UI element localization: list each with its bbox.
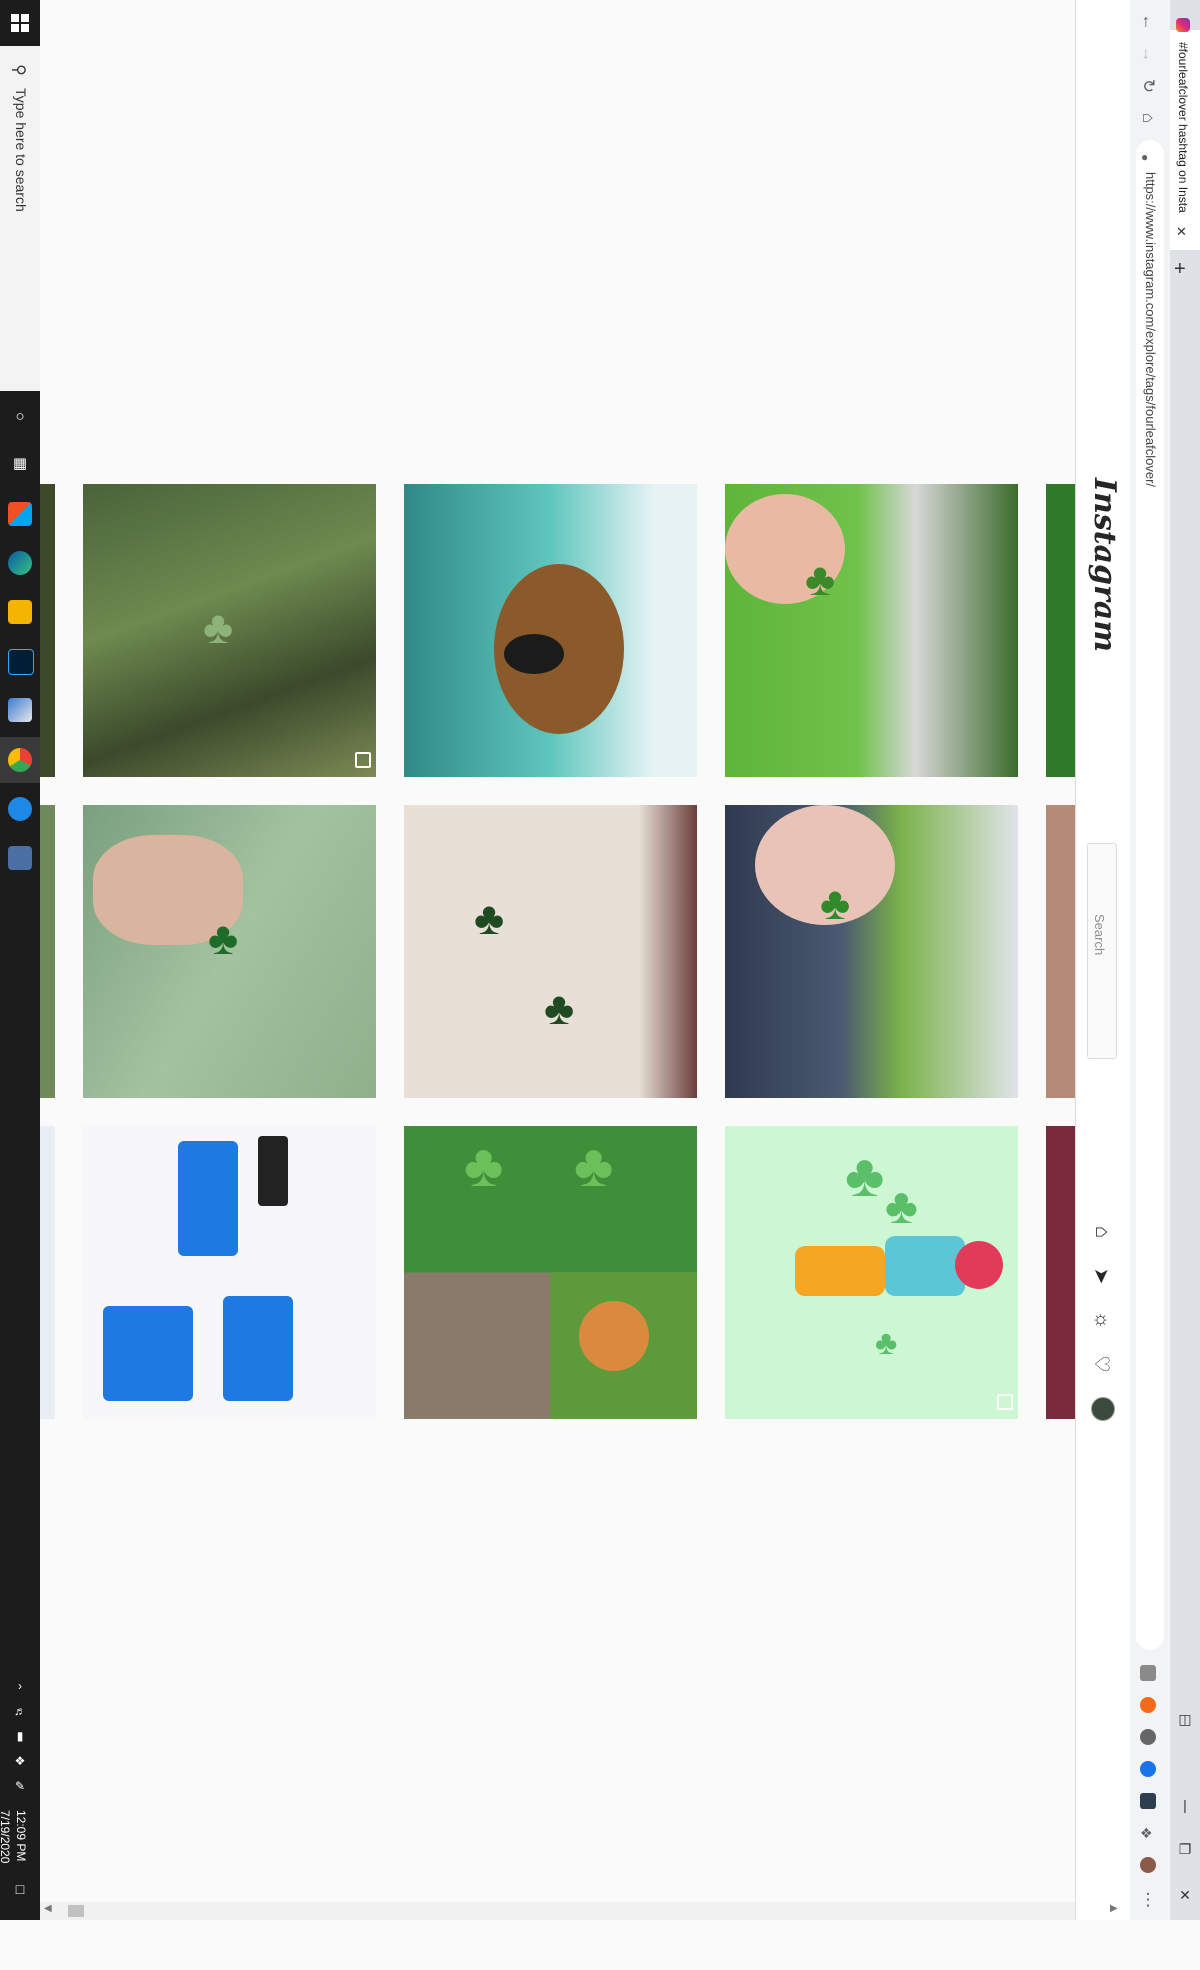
home-icon[interactable]: ⌂ xyxy=(1090,1220,1114,1244)
direct-icon[interactable]: ➤ xyxy=(1090,1264,1114,1288)
photoshop-icon[interactable] xyxy=(8,649,34,675)
explore-icon[interactable]: ☼ xyxy=(1090,1308,1114,1332)
post-thumbnail-two-clovers-on-table[interactable]: ♣ ♣ xyxy=(404,805,697,1098)
post-thumbnail[interactable] xyxy=(1046,805,1075,1098)
restore-icon[interactable]: ❐ xyxy=(1174,1838,1196,1860)
horizontal-scrollbar[interactable] xyxy=(40,1902,1075,1920)
task-view-icon[interactable]: ▦ xyxy=(6,449,34,477)
extension-icon[interactable] xyxy=(1140,1761,1156,1777)
activity-heart-icon[interactable]: ♡ xyxy=(1090,1352,1114,1376)
profile-avatar[interactable] xyxy=(1091,1397,1115,1421)
tab-strip xyxy=(1170,0,1200,1920)
chrome-app-icon[interactable] xyxy=(8,748,32,772)
puzzle-extensions-icon[interactable]: ❖ xyxy=(1140,1825,1156,1841)
post-thumbnail[interactable] xyxy=(40,805,55,1098)
settings-app-icon[interactable] xyxy=(8,797,32,821)
search-icon: ⚲ xyxy=(9,64,27,76)
multiple-posts-icon xyxy=(997,1394,1013,1410)
lock-icon: ● xyxy=(1141,150,1149,164)
close-tab-icon[interactable]: ✕ xyxy=(1176,224,1187,240)
extension-icon[interactable] xyxy=(1140,1697,1156,1713)
scroll-left-arrow-icon[interactable]: ◀ xyxy=(44,1903,52,1914)
instagram-search-input[interactable]: Search xyxy=(1087,843,1117,1059)
notification-icon[interactable]: □ xyxy=(6,1875,34,1903)
post-thumbnail[interactable] xyxy=(1046,1126,1075,1419)
profile-icon[interactable] xyxy=(1140,1857,1156,1873)
home-button-icon[interactable]: ⌂ xyxy=(1136,106,1160,130)
multiple-posts-icon xyxy=(355,752,371,768)
minimize-icon[interactable]: | xyxy=(1174,1794,1196,1816)
extension-icon[interactable] xyxy=(1140,1665,1156,1681)
taskbar-search-placeholder: Type here to search xyxy=(13,88,29,212)
post-thumbnail-dog-in-clovers[interactable] xyxy=(404,484,697,777)
post-thumbnail-clover-with-dog[interactable]: ♣ xyxy=(725,805,1018,1098)
menu-dots-icon[interactable]: ⋮ xyxy=(1136,1888,1160,1912)
post-thumbnail-clover-in-grass[interactable]: ♣ xyxy=(83,484,376,777)
windows-taskbar: ⚲ Type here to search ○ ▦ › ♬ ▮ ❖ ✎ 12:0… xyxy=(0,0,40,1920)
volume-icon[interactable]: ♬ xyxy=(6,1697,34,1725)
tab-search-icon[interactable]: ◫ xyxy=(1174,1708,1196,1730)
back-arrow-icon[interactable]: ← xyxy=(1136,10,1160,34)
extension-icon[interactable] xyxy=(1140,1729,1156,1745)
post-thumbnail[interactable] xyxy=(40,1126,55,1419)
cortana-icon[interactable]: ○ xyxy=(6,402,34,430)
scroll-right-arrow-icon[interactable]: ▶ xyxy=(1110,1903,1118,1914)
post-thumbnail-hand-holding-clover[interactable]: ♣ xyxy=(725,484,1018,777)
app-icon-2[interactable] xyxy=(8,846,32,870)
post-thumbnail[interactable] xyxy=(40,484,55,777)
file-explorer-icon[interactable] xyxy=(8,600,32,624)
post-thumbnail-hand-with-ring-clover[interactable]: ♣ xyxy=(83,805,376,1098)
chevron-up-icon[interactable]: › xyxy=(6,1672,34,1700)
close-window-icon[interactable]: ✕ xyxy=(1174,1884,1196,1906)
edge-app-icon[interactable] xyxy=(8,551,32,575)
start-button[interactable] xyxy=(0,0,40,46)
pen-icon[interactable]: ✎ xyxy=(6,1772,34,1800)
battery-icon[interactable]: ▮ xyxy=(6,1722,34,1750)
forward-arrow-icon[interactable]: → xyxy=(1136,42,1160,66)
instagram-favicon-icon xyxy=(1176,18,1190,32)
tab-title: #fourleafclover hashtag on Insta xyxy=(1176,42,1190,213)
instagram-search-placeholder: Search xyxy=(1092,914,1107,956)
taskbar-search-box[interactable]: ⚲ Type here to search xyxy=(0,46,40,391)
scrollbar-thumb[interactable] xyxy=(68,1905,84,1917)
dropbox-icon[interactable]: ❖ xyxy=(6,1747,34,1775)
app-icon[interactable] xyxy=(8,698,32,722)
instagram-logo[interactable]: Instagram xyxy=(1087,478,1122,652)
post-thumbnail-clover-illustration[interactable]: ♣ ♣ ♣ xyxy=(725,1126,1018,1419)
reload-icon[interactable]: ↻ xyxy=(1136,74,1160,98)
new-tab-icon[interactable]: + xyxy=(1174,258,1186,281)
post-thumbnail-chat-screenshot-clover-rings[interactable] xyxy=(83,1126,376,1419)
post-thumbnail-clovers-and-cats-collage[interactable]: ♣ ♣ xyxy=(404,1126,697,1419)
windows-logo-icon xyxy=(11,14,29,32)
store-app-icon[interactable] xyxy=(8,502,32,526)
extension-icon[interactable] xyxy=(1140,1793,1156,1809)
address-url[interactable]: https://www.instagram.com/explore/tags/f… xyxy=(1143,172,1158,487)
post-thumbnail[interactable] xyxy=(1046,484,1075,777)
